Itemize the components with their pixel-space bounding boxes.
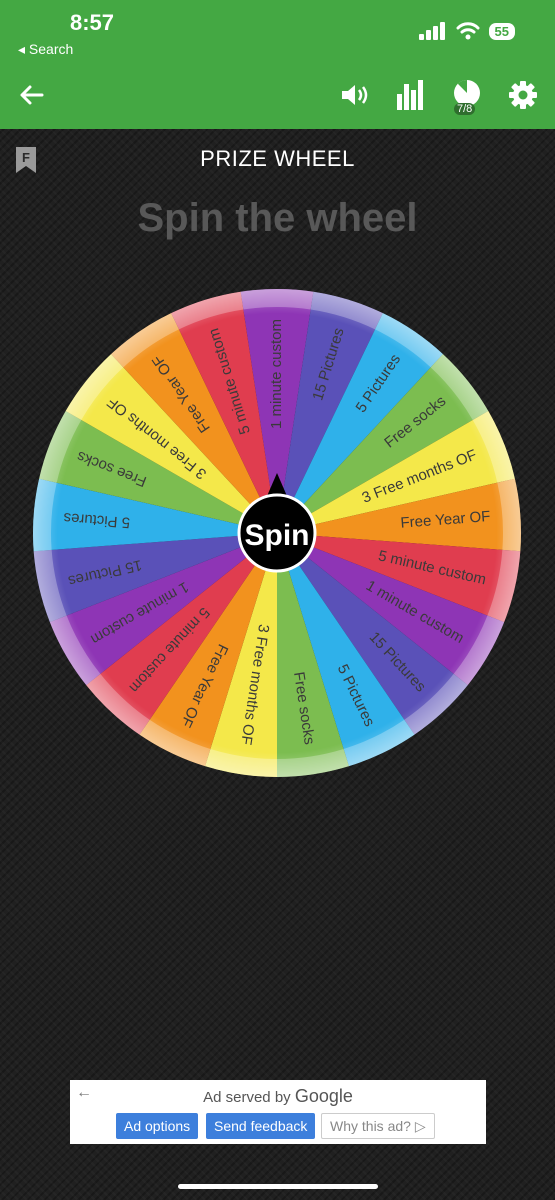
- why-this-ad-button[interactable]: Why this ad? ▷: [321, 1113, 435, 1139]
- battery-indicator: 55: [488, 22, 515, 40]
- signal-icon: [418, 22, 445, 40]
- progress-badge: 7/8: [454, 103, 476, 115]
- status-time: 8:57: [70, 10, 115, 35]
- page-subtitle: Spin the wheel: [137, 196, 418, 240]
- prize-wheel[interactable]: 1 minute custom15 Pictures5 PicturesFree…: [31, 287, 523, 784]
- status-back-search[interactable]: ◂ Search: [18, 41, 73, 58]
- stats-icon[interactable]: [396, 80, 424, 110]
- back-arrow-icon[interactable]: [16, 80, 46, 110]
- app-header-bar: 8:57 ◂ Search 55 7/8: [0, 0, 555, 129]
- page-title: PRIZE WHEEL: [200, 146, 355, 171]
- gear-icon[interactable]: [508, 80, 538, 110]
- ad-banner: ← Ad served by Google Ad options Send fe…: [70, 1080, 486, 1144]
- ad-served-text: Ad served by: [203, 1089, 291, 1106]
- home-indicator: [178, 1184, 378, 1189]
- volume-icon[interactable]: [340, 80, 372, 110]
- ad-served-by: Ad served by Google: [70, 1086, 486, 1107]
- ad-google-logo: Google: [294, 1086, 353, 1106]
- send-feedback-button[interactable]: Send feedback: [206, 1113, 316, 1139]
- wifi-icon: [456, 22, 480, 40]
- ad-options-button[interactable]: Ad options: [116, 1113, 199, 1139]
- spin-label: Spin: [245, 519, 310, 552]
- status-icons: 55: [418, 22, 515, 40]
